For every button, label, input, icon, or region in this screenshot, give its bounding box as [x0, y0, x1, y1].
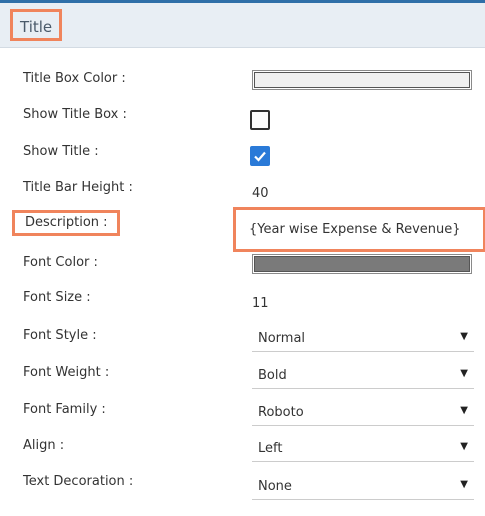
font-weight-label: Font Weight : — [23, 365, 110, 380]
title-bar-height-value[interactable]: 40 — [252, 186, 269, 201]
font-family-select[interactable]: Roboto ▼ — [252, 398, 474, 426]
font-color-label: Font Color : — [23, 255, 98, 270]
caret-down-icon: ▼ — [460, 331, 468, 342]
title-box-color-picker[interactable] — [252, 70, 472, 90]
description-field-highlight — [233, 207, 485, 252]
description-label: Description : — [12, 210, 120, 236]
text-decoration-label: Text Decoration : — [23, 474, 134, 489]
text-decoration-value: None — [258, 479, 292, 494]
show-title-box-checkbox[interactable] — [250, 110, 270, 130]
caret-down-icon: ▼ — [460, 441, 468, 452]
caret-down-icon: ▼ — [460, 479, 468, 490]
show-title-box-label: Show Title Box : — [23, 107, 127, 122]
font-weight-select[interactable]: Bold ▼ — [252, 361, 474, 389]
font-style-label: Font Style : — [23, 328, 97, 343]
font-size-label: Font Size : — [23, 290, 91, 305]
align-select[interactable]: Left ▼ — [252, 434, 474, 462]
font-weight-value: Bold — [258, 368, 287, 383]
font-color-picker[interactable] — [252, 254, 472, 274]
section-title: Title — [10, 9, 63, 41]
caret-down-icon: ▼ — [460, 368, 468, 379]
title-box-color-label: Title Box Color : — [23, 71, 126, 86]
font-style-value: Normal — [258, 331, 306, 346]
title-box-color-swatch — [254, 72, 470, 88]
section-header[interactable]: Title — [0, 3, 485, 48]
title-bar-height-label: Title Bar Height : — [23, 180, 133, 195]
font-family-value: Roboto — [258, 405, 304, 420]
font-size-value[interactable]: 11 — [252, 296, 269, 311]
show-title-checkbox[interactable] — [250, 146, 270, 166]
text-decoration-select[interactable]: None ▼ — [252, 472, 474, 500]
description-input[interactable] — [249, 218, 483, 240]
align-value: Left — [258, 441, 283, 456]
checkmark-icon — [254, 151, 266, 162]
align-label: Align : — [23, 438, 65, 453]
font-color-swatch — [254, 256, 470, 272]
caret-down-icon: ▼ — [460, 405, 468, 416]
font-family-label: Font Family : — [23, 402, 106, 417]
show-title-label: Show Title : — [23, 144, 99, 159]
font-style-select[interactable]: Normal ▼ — [252, 324, 474, 352]
